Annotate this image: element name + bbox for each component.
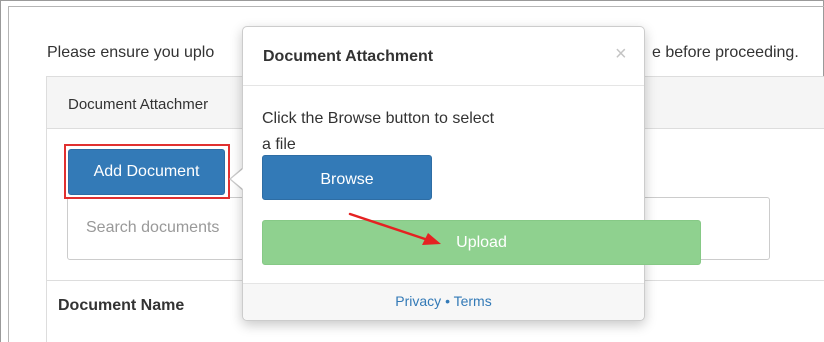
add-document-button[interactable]: Add Document (68, 149, 225, 195)
popover-header: Document Attachment × (243, 27, 644, 86)
popover-pointer-fill (231, 169, 243, 189)
popover-title: Document Attachment (263, 48, 434, 65)
close-icon[interactable]: × (615, 44, 627, 64)
notice-text-start: Please ensure you uplo (47, 44, 215, 61)
panel-heading-title: Document Attachmer (68, 96, 209, 113)
upload-button[interactable]: Upload (262, 220, 701, 265)
column-header-document-name: Document Name (58, 297, 185, 314)
document-attachment-popover: Document Attachment × Click the Browse b… (242, 26, 701, 321)
search-placeholder: Search documents (86, 219, 220, 236)
footer-separator: • (445, 293, 454, 309)
notice-text-end: e before proceeding. (652, 44, 799, 61)
privacy-link[interactable]: Privacy (395, 293, 441, 309)
popover-instructions: Click the Browse button to select a file (262, 110, 495, 153)
popover-footer: Privacy • Terms (243, 283, 644, 320)
terms-link[interactable]: Terms (454, 293, 492, 309)
browse-button[interactable]: Browse (262, 155, 432, 200)
